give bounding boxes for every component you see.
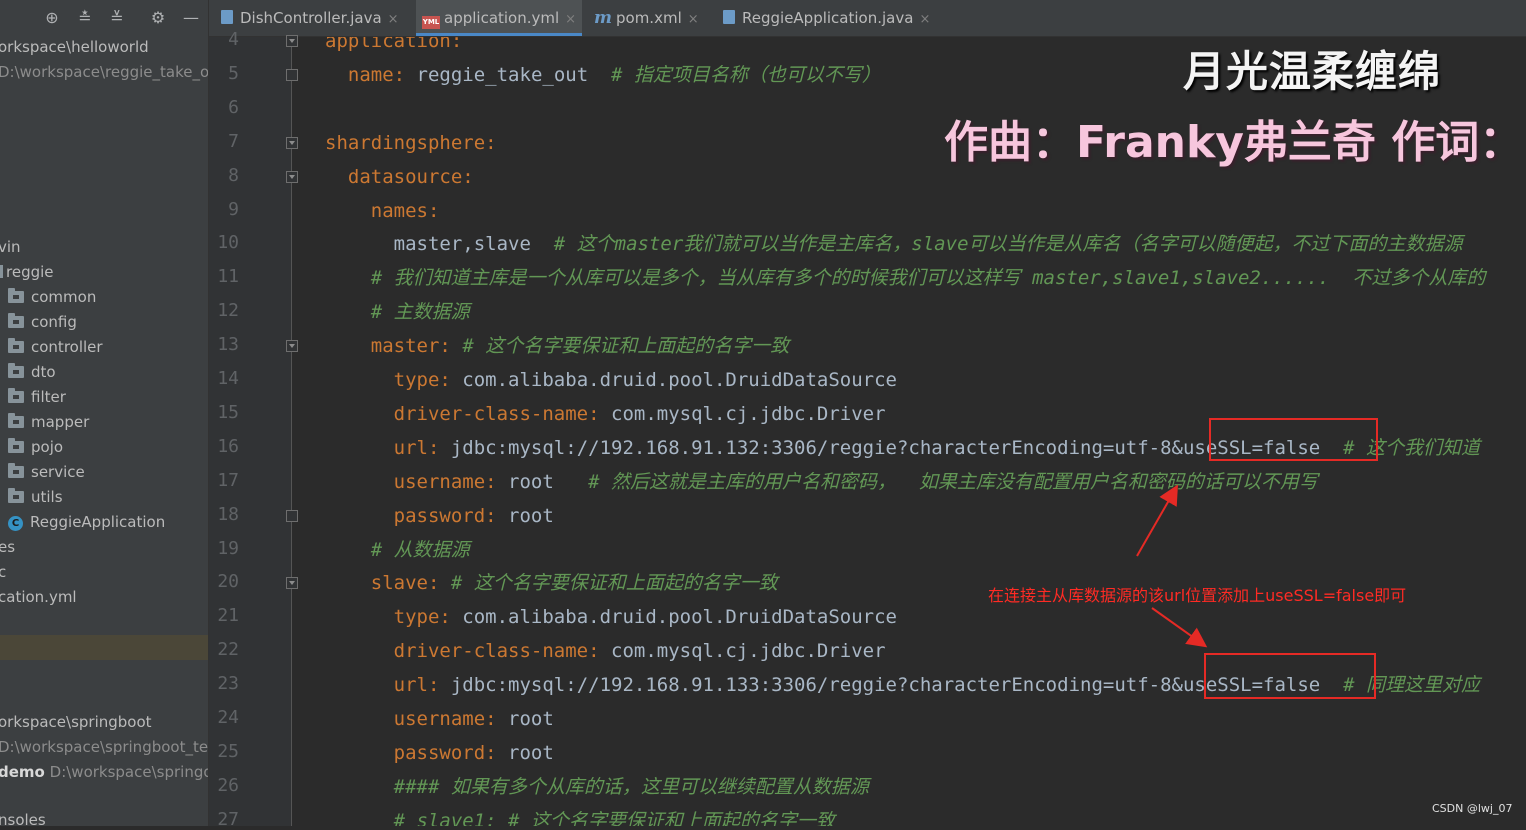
arrow-to-master-url (1136, 484, 1178, 557)
watermark: CSDN @lwj_07 (1432, 802, 1513, 815)
annotation-text: 在连接主从库数据源的该url位置添加上useSSL=false即可 (988, 586, 1407, 605)
arrow-to-slave-url (1151, 607, 1208, 648)
annotation-arrows (1136, 484, 1208, 648)
